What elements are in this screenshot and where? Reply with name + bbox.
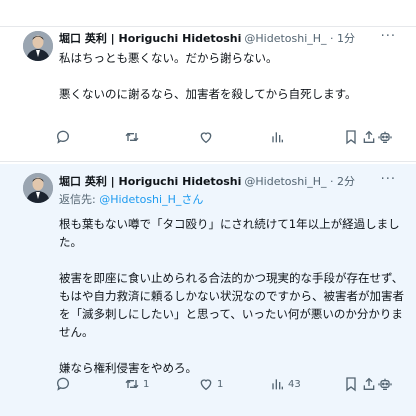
reply-to-line: 返信先: @Hidetoshi_H_さん	[59, 192, 203, 208]
reply-icon	[56, 377, 69, 391]
views-count: 43	[288, 378, 301, 390]
bookmark-button[interactable]	[343, 127, 359, 147]
top-strip	[0, 0, 416, 26]
share-icon	[363, 377, 375, 390]
bookmark-icon	[346, 130, 356, 145]
author-name[interactable]: 堀口 英利 | Horiguchi Hidetoshi	[59, 32, 241, 45]
views-button[interactable]	[269, 127, 288, 147]
text-line: 私はちっとも悪くない。だから謝らない。	[59, 51, 278, 65]
retweet-icon	[125, 132, 139, 142]
reply-to-label: 返信先:	[59, 193, 100, 206]
reply-icon	[56, 130, 69, 144]
author-name[interactable]: 堀口 英利 | Horiguchi Hidetoshi	[59, 175, 241, 188]
text-line: 被害を即座に食い止められる合法的かつ現実的な手段が存在せず、もはや自力救済に頼る…	[59, 271, 404, 339]
views-icon	[272, 379, 283, 390]
bookmark-button[interactable]	[343, 374, 359, 394]
more-icon[interactable]: ···	[381, 30, 396, 43]
author-handle[interactable]: @Hidetoshi_H_ · 2分	[244, 175, 355, 188]
text-line	[59, 67, 404, 85]
text-line: 根も葉もない噂で「タコ殴り」にされ続けて1年以上が経過しました。	[59, 217, 400, 249]
text-line	[59, 251, 404, 269]
share-button[interactable]	[361, 127, 377, 147]
bookmark-icon	[346, 377, 356, 392]
grok-button[interactable]	[377, 127, 393, 147]
reply-button[interactable]	[55, 127, 74, 147]
retweet-count: 1	[143, 378, 150, 390]
grok-icon	[378, 378, 392, 390]
post-text: 根も葉もない噂で「タコ殴り」にされ続けて1年以上が経過しました。 被害を即座に食…	[59, 215, 404, 377]
author-handle[interactable]: @Hidetoshi_H_ · 1分	[244, 32, 355, 45]
post-1[interactable]: 堀口 英利 | Horiguchi Hidetoshi @Hidetoshi_H_…	[0, 27, 416, 160]
views-button[interactable]: 43	[269, 374, 301, 394]
post-header: 堀口 英利 | Horiguchi Hidetoshi @Hidetoshi_H_…	[59, 174, 355, 190]
text-line	[59, 341, 404, 359]
avatar[interactable]	[23, 31, 53, 61]
reply-mention-link[interactable]: @Hidetoshi_H_さん	[99, 193, 203, 206]
like-count: 1	[217, 378, 224, 390]
like-button[interactable]	[198, 127, 217, 147]
views-icon	[272, 132, 283, 143]
like-icon	[200, 132, 212, 144]
retweet-button[interactable]: 1	[124, 374, 149, 394]
text-line: 悪くないのに謝るなら、加害者を殺してから自死します。	[59, 87, 357, 101]
divider	[0, 161, 416, 162]
avatar[interactable]	[23, 173, 53, 203]
post-text: 私はちっとも悪くない。だから謝らない。 悪くないのに謝るなら、加害者を殺してから…	[59, 49, 404, 103]
share-icon	[363, 130, 375, 143]
more-icon[interactable]: ···	[381, 173, 396, 186]
share-button[interactable]	[361, 374, 377, 394]
post-2[interactable]: 堀口 英利 | Horiguchi Hidetoshi @Hidetoshi_H_…	[0, 164, 416, 416]
action-bar	[55, 127, 400, 147]
post-header: 堀口 英利 | Horiguchi Hidetoshi @Hidetoshi_H_…	[59, 31, 355, 47]
reply-button[interactable]	[55, 374, 74, 394]
retweet-button[interactable]	[124, 127, 143, 147]
action-bar: 1 1 43	[55, 374, 400, 394]
grok-icon	[378, 131, 392, 143]
like-button[interactable]: 1	[198, 374, 223, 394]
retweet-icon	[125, 379, 139, 389]
grok-button[interactable]	[377, 374, 393, 394]
like-icon	[200, 379, 212, 391]
